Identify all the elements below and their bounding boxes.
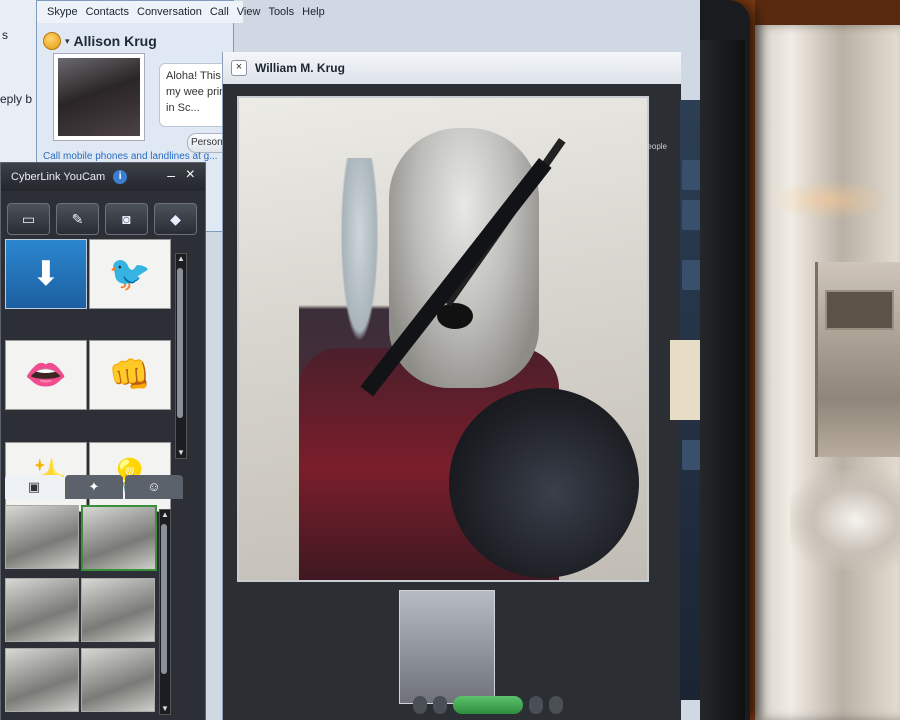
frame-thumbnail[interactable] xyxy=(81,577,155,642)
emoticon-tab-icon[interactable]: ☺ xyxy=(125,475,183,499)
minimize-button[interactable]: – xyxy=(167,167,175,183)
scroll-down-icon[interactable]: ▼ xyxy=(160,704,170,714)
folder-icon[interactable]: ▭ xyxy=(7,203,50,235)
sidebar-item[interactable] xyxy=(682,160,700,190)
profile-bar[interactable]: ▾ Allison Krug xyxy=(43,29,225,53)
status-icon[interactable] xyxy=(43,32,61,50)
tools-icon[interactable]: ✎ xyxy=(56,203,99,235)
scroll-thumb[interactable] xyxy=(161,524,167,674)
scroll-up-icon[interactable]: ▲ xyxy=(160,510,170,520)
frame-thumbnail[interactable] xyxy=(5,577,79,642)
call-phones-link[interactable]: Call mobile phones and landlines at g... xyxy=(43,151,218,162)
frame-tab-icon[interactable]: ▣ xyxy=(5,475,63,499)
menu-tools[interactable]: Tools xyxy=(268,6,294,18)
youcam-toolbar: ▭ ✎ ◙ ◆ xyxy=(7,203,197,237)
call-controls xyxy=(413,692,653,718)
frame-thumbnail[interactable] xyxy=(5,648,79,713)
scroll-up-icon[interactable]: ▲ xyxy=(176,254,186,264)
close-button[interactable]: × xyxy=(186,166,195,184)
menu-contacts[interactable]: Contacts xyxy=(86,6,129,18)
video-feed xyxy=(237,96,649,582)
monitor: s eply b Skype Contacts Conversation Cal… xyxy=(0,0,750,720)
youcam-title: CyberLink YouCam xyxy=(11,171,106,183)
avatar-photo xyxy=(58,58,140,136)
frame-thumbnail[interactable] xyxy=(81,505,157,571)
call-control-button[interactable] xyxy=(433,696,447,714)
avatar[interactable] xyxy=(53,53,145,141)
sidebar-item[interactable] xyxy=(682,200,700,230)
bird-effect-icon[interactable]: 🐦 xyxy=(89,239,171,309)
menu-bar: Skype Contacts Conversation Call View To… xyxy=(37,1,325,23)
profile-name: Allison Krug xyxy=(73,33,157,49)
call-control-button[interactable] xyxy=(529,696,543,714)
download-effect-icon[interactable]: ⬇ xyxy=(5,239,87,309)
menu-call[interactable]: Call xyxy=(210,6,229,18)
microwave-window-reflection xyxy=(825,290,894,330)
youcam-panel: CyberLink YouCam i – × ▭ ✎ ◙ ◆ ⬇ 🐦 👄 👊 ✨… xyxy=(0,162,206,720)
magic-wand-tab-icon[interactable]: ✦ xyxy=(65,475,123,499)
call-control-button[interactable] xyxy=(413,696,427,714)
chevron-down-icon[interactable]: ▾ xyxy=(65,36,70,47)
call-control-button[interactable] xyxy=(549,696,563,714)
menu-view[interactable]: View xyxy=(237,6,261,18)
scroll-thumb[interactable] xyxy=(177,268,183,418)
lips-effect-icon[interactable]: 👄 xyxy=(5,340,87,411)
background-text: eply b xyxy=(0,92,33,106)
menu-conversation[interactable]: Conversation xyxy=(137,6,202,18)
self-view-video[interactable] xyxy=(399,590,495,704)
guitar-body xyxy=(449,388,639,578)
frames-scrollbar[interactable]: ▲ ▼ xyxy=(159,509,171,715)
conversation-window: × William M. Krug Add people xyxy=(222,52,681,720)
youcam-tabs: ▣ ✦ ☺ xyxy=(1,475,209,501)
frame-thumbnail[interactable] xyxy=(81,648,155,713)
punch-effect-icon[interactable]: 👊 xyxy=(89,340,171,411)
camera-icon[interactable]: ◙ xyxy=(105,203,148,235)
sidebar-panel xyxy=(670,340,700,420)
call-green-button[interactable] xyxy=(453,696,523,714)
screen: s eply b Skype Contacts Conversation Cal… xyxy=(0,0,700,720)
sidebar-item[interactable] xyxy=(682,440,700,470)
eraser-icon[interactable]: ◆ xyxy=(154,203,197,235)
effects-scrollbar[interactable]: ▲ ▼ xyxy=(175,253,187,459)
frames-grid xyxy=(5,505,157,715)
info-icon[interactable]: i xyxy=(113,170,128,184)
close-icon[interactable]: × xyxy=(231,60,247,76)
frame-thumbnail[interactable] xyxy=(5,505,79,569)
menu-skype[interactable]: Skype xyxy=(47,6,78,18)
sidebar-item[interactable] xyxy=(682,260,700,290)
floor-reflection xyxy=(790,470,900,570)
menu-help[interactable]: Help xyxy=(302,6,325,18)
scroll-down-icon[interactable]: ▼ xyxy=(176,448,186,458)
background-text: s xyxy=(2,28,8,42)
conversation-header: × William M. Krug xyxy=(223,52,681,84)
light-reflection xyxy=(770,180,890,220)
contact-name: William M. Krug xyxy=(255,61,345,75)
